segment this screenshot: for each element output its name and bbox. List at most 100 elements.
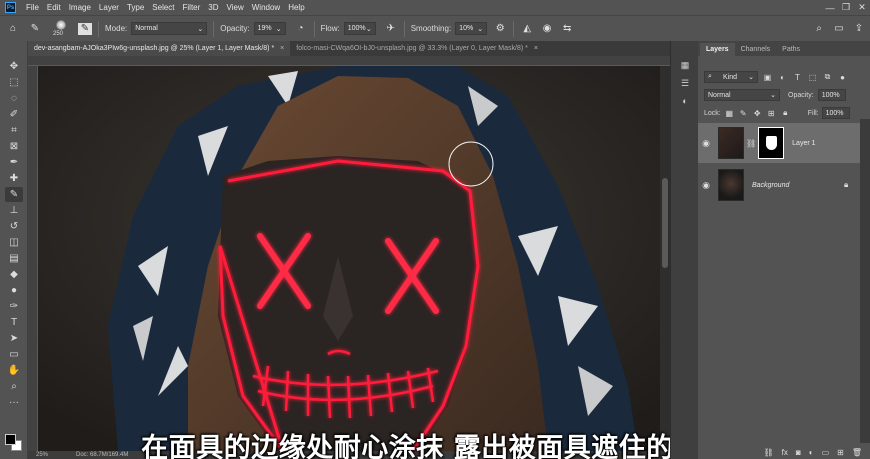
lock-artboard-icon[interactable]: ⊞	[766, 109, 777, 118]
mask-icon[interactable]: ◙	[796, 448, 801, 457]
brush-tool-preset-icon[interactable]: ✎	[28, 23, 42, 34]
share-icon[interactable]: ⇪	[852, 23, 866, 34]
layer-name[interactable]: Background	[752, 182, 789, 189]
tab-layers[interactable]: Layers	[700, 43, 735, 56]
search-icon[interactable]: ⌕	[812, 23, 826, 34]
document-tab[interactable]: folco-masi-CWqa6OI-bJ0-unsplash.jpg @ 33…	[290, 41, 544, 56]
symmetry-icon[interactable]: ⇆	[560, 23, 574, 34]
menu-3d[interactable]: 3D	[204, 3, 222, 12]
menu-view[interactable]: View	[223, 3, 248, 12]
vertical-scrollbar[interactable]	[660, 66, 670, 451]
close-window-button[interactable]: ✕	[854, 0, 870, 15]
adjustments-panel-icon[interactable]: ◐	[679, 95, 691, 107]
menu-help[interactable]: Help	[284, 3, 308, 12]
link-icon[interactable]: ⛓	[764, 448, 774, 457]
zoom-tool-icon[interactable]: ⌕	[5, 379, 23, 394]
more-tools-icon[interactable]: ···	[5, 395, 23, 410]
brush-angle-icon[interactable]: ◭	[520, 23, 534, 34]
healing-brush-tool-icon[interactable]: ✚	[5, 171, 23, 186]
eye-visibility-icon[interactable]: ◉	[698, 180, 714, 191]
chain-link-icon[interactable]: ⛓	[746, 139, 756, 148]
eyedropper-tool-icon[interactable]: ✒	[5, 155, 23, 170]
close-tab-icon[interactable]: ×	[280, 45, 284, 52]
smoothing-field[interactable]: 10% ⌄	[455, 22, 488, 35]
blur-tool-icon[interactable]: ◆	[5, 267, 23, 282]
pressure-size-icon[interactable]: ◉	[540, 23, 554, 34]
hand-tool-icon[interactable]: ✋	[5, 363, 23, 378]
blend-mode-select[interactable]: Normal ⌄	[704, 89, 780, 101]
home-icon[interactable]: ⌂	[6, 23, 20, 34]
group-icon[interactable]: ▭	[822, 448, 830, 457]
workspace-icon[interactable]: ▭	[832, 23, 846, 34]
menu-edit[interactable]: Edit	[43, 3, 65, 12]
lasso-tool-icon[interactable]: ◌	[5, 91, 23, 106]
clone-stamp-tool-icon[interactable]: ⊥	[5, 203, 23, 218]
smart-object-filter-icon[interactable]: ⧉	[822, 72, 833, 82]
marquee-tool-icon[interactable]: ⬚	[5, 75, 23, 90]
lock-all-icon[interactable]: 🔒︎	[780, 108, 791, 118]
menu-image[interactable]: Image	[65, 3, 95, 12]
menu-type[interactable]: Type	[123, 3, 148, 12]
history-panel-icon[interactable]: ▦	[679, 59, 691, 71]
scrollbar-thumb[interactable]	[662, 178, 668, 268]
eye-visibility-icon[interactable]: ◉	[698, 138, 714, 149]
flow-field[interactable]: 100% ⌄	[343, 22, 376, 35]
rectangle-tool-icon[interactable]: ▭	[5, 347, 23, 362]
shape-filter-icon[interactable]: ⬚	[807, 73, 818, 82]
type-tool-icon[interactable]: T	[5, 315, 23, 330]
gradient-tool-icon[interactable]: ▤	[5, 251, 23, 266]
kind-filter-select[interactable]: ⌕ Kind ⌄	[704, 71, 758, 83]
layer-name[interactable]: Layer 1	[792, 140, 815, 147]
smoothing-settings-gear-icon[interactable]: ⚙	[493, 23, 507, 34]
properties-panel-icon[interactable]: ☰	[679, 77, 691, 89]
lock-pixels-icon[interactable]: ✎	[738, 109, 749, 118]
menu-filter[interactable]: Filter	[179, 3, 205, 12]
pen-tool-icon[interactable]: ✑	[5, 299, 23, 314]
pixel-filter-icon[interactable]: ▣	[762, 73, 773, 82]
airbrush-icon[interactable]: ✈	[384, 23, 398, 34]
fill-field[interactable]: 100%	[821, 107, 850, 119]
tab-paths[interactable]: Paths	[776, 43, 806, 56]
layer-row-layer-1[interactable]: ◉ ⛓ Layer 1	[698, 123, 860, 163]
trash-icon[interactable]: 🗑︎	[852, 448, 862, 457]
brush-tool-icon[interactable]: ✎	[5, 187, 23, 202]
type-filter-icon[interactable]: T	[792, 73, 803, 82]
close-tab-icon[interactable]: ×	[534, 45, 538, 52]
document-canvas[interactable]	[38, 66, 660, 451]
crop-tool-icon[interactable]: ⌗	[5, 123, 23, 138]
zoom-level[interactable]: 25%	[36, 452, 48, 458]
layer-thumbnail[interactable]	[718, 169, 744, 201]
lock-transparency-icon[interactable]: ▦	[724, 109, 735, 118]
opacity-field[interactable]: 19% ⌄	[253, 22, 286, 35]
dodge-tool-icon[interactable]: ●	[5, 283, 23, 298]
restore-button[interactable]: ❐	[838, 0, 854, 15]
menu-window[interactable]: Window	[248, 3, 284, 12]
adjustment-icon[interactable]: ◐	[809, 448, 814, 457]
brush-settings-panel-icon[interactable]: ✎	[78, 22, 92, 35]
mode-select[interactable]: Normal ⌄	[131, 22, 208, 35]
foreground-color-swatch[interactable]	[5, 434, 16, 445]
layer-thumbnail[interactable]	[718, 127, 744, 159]
tab-channels[interactable]: Channels	[735, 43, 777, 56]
menu-layer[interactable]: Layer	[95, 3, 123, 12]
menu-select[interactable]: Select	[148, 3, 178, 12]
history-brush-tool-icon[interactable]: ↺	[5, 219, 23, 234]
layers-scrollbar[interactable]	[860, 119, 870, 443]
frame-tool-icon[interactable]: ⊠	[5, 139, 23, 154]
lock-position-icon[interactable]: ✥	[752, 109, 763, 118]
menu-file[interactable]: File	[22, 3, 43, 12]
document-tab-active[interactable]: dev-asangbam-AJOka3PIw6g-unsplash.jpg @ …	[28, 41, 291, 56]
fx-icon[interactable]: fx	[782, 448, 788, 457]
layer-row-background[interactable]: ◉ Background 🔒︎	[698, 165, 860, 205]
quick-selection-tool-icon[interactable]: ✐	[5, 107, 23, 122]
eraser-tool-icon[interactable]: ◫	[5, 235, 23, 250]
adjustment-filter-icon[interactable]: ◐	[777, 73, 788, 82]
filter-toggle-icon[interactable]: ●	[837, 73, 848, 82]
path-selection-tool-icon[interactable]: ➤	[5, 331, 23, 346]
minimize-button[interactable]: —	[822, 0, 838, 15]
layer-mask-thumbnail[interactable]	[758, 127, 785, 159]
pressure-opacity-icon[interactable]: ◔	[294, 23, 308, 34]
move-tool-icon[interactable]: ✥	[5, 59, 23, 74]
brush-preset-picker[interactable]: 250	[50, 18, 72, 40]
layer-opacity-field[interactable]: 100%	[817, 89, 846, 101]
